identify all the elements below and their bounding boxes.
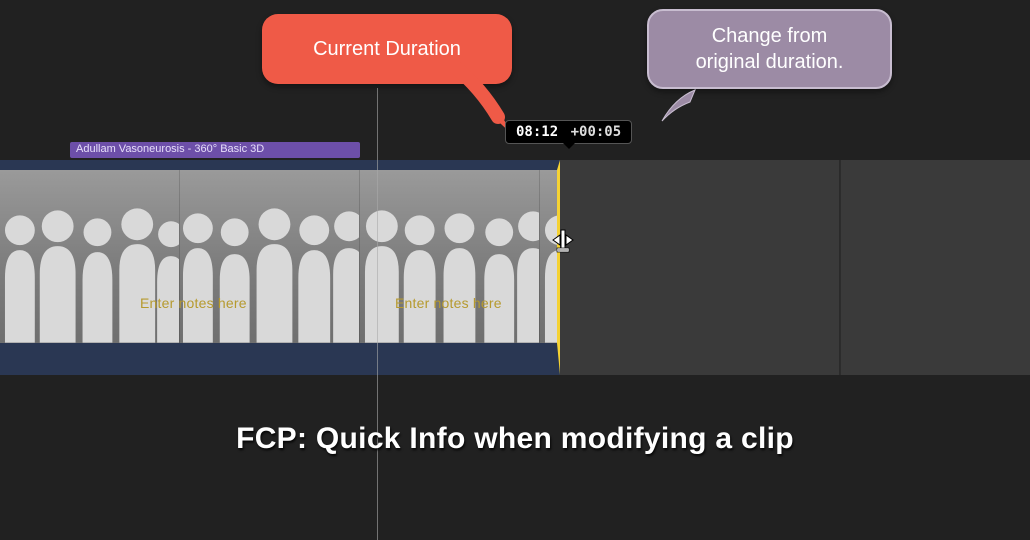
page-caption: FCP: Quick Info when modifying a clip: [0, 422, 1030, 456]
clip-frame: [180, 170, 360, 343]
timeline[interactable]: Enter notes here Enter notes here: [0, 160, 1030, 375]
clip-frame: [360, 170, 540, 343]
timeline-empty-slot[interactable]: [560, 160, 840, 375]
duration-current: 08:12: [516, 124, 558, 140]
timeline-empty-slot[interactable]: [841, 160, 1030, 375]
clip-frame: [540, 170, 557, 343]
clip-notes-placeholder[interactable]: Enter notes here: [140, 295, 247, 311]
clip-frame: [0, 170, 180, 343]
callout-tail-icon: [660, 88, 700, 123]
callout-label: Current Duration: [313, 36, 461, 62]
duration-tooltip: 08:12 +00:05: [505, 120, 632, 144]
callout-current-duration: Current Duration: [262, 14, 512, 84]
clip-title-label[interactable]: Adullam Vasoneurosis - 360° Basic 3D: [70, 142, 360, 158]
clip-filmstrip: [0, 170, 557, 343]
callout-label: Change from original duration.: [696, 23, 844, 75]
duration-delta: +00:05: [571, 124, 622, 140]
clip-notes-placeholder[interactable]: Enter notes here: [395, 295, 502, 311]
timeline-clip[interactable]: Enter notes here Enter notes here: [0, 160, 560, 375]
callout-change-duration: Change from original duration.: [647, 9, 892, 89]
